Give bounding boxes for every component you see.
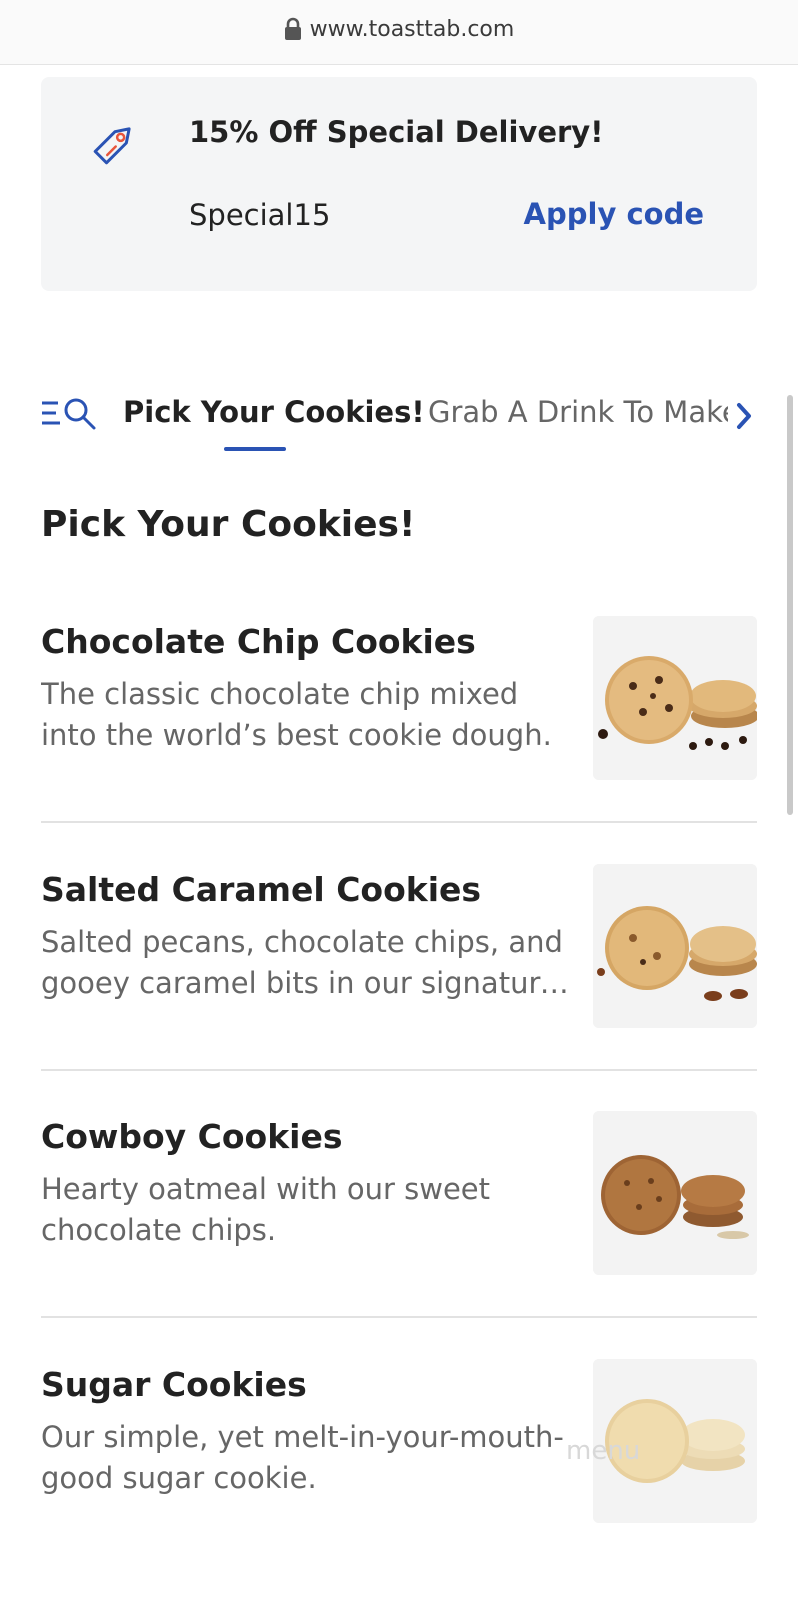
promo-code: Special15 — [189, 198, 331, 232]
menu-item[interactable]: Sugar Cookies Our simple, yet melt-in-yo… — [41, 1359, 757, 1612]
tab-pick-your-cookies[interactable]: Pick Your Cookies! — [123, 395, 425, 429]
menu-item-image — [593, 864, 757, 1028]
lock-icon — [284, 17, 301, 40]
browser-url-bar[interactable]: www.toasttab.com — [0, 0, 798, 65]
menu-item-name: Salted Caramel Cookies — [41, 870, 482, 909]
category-tabs: Pick Your Cookies! Grab A Drink To Make … — [0, 385, 798, 455]
menu-item[interactable]: Chocolate Chip Cookies The classic choco… — [41, 616, 757, 869]
menu-item-name: Chocolate Chip Cookies — [41, 622, 476, 661]
promo-title: 15% Off Special Delivery! — [189, 115, 604, 149]
promo-banner: 15% Off Special Delivery! Special15 Appl… — [41, 77, 757, 291]
chevron-right-icon[interactable] — [734, 401, 754, 431]
menu-item-image — [593, 1111, 757, 1275]
apply-code-button[interactable]: Apply code — [524, 197, 704, 231]
menu-item-name: Cowboy Cookies — [41, 1117, 343, 1156]
menu-item-name: Sugar Cookies — [41, 1365, 307, 1404]
tag-icon — [93, 127, 131, 165]
section-title: Pick Your Cookies! — [41, 504, 416, 545]
tab-grab-a-drink[interactable]: Grab A Drink To Make It — [428, 395, 728, 429]
menu-item-description: Salted pecans, chocolate chips, and gooe… — [41, 925, 563, 1000]
url-text: www.toasttab.com — [309, 16, 515, 42]
menu-item-description: Hearty oatmeal with our sweet chocolate … — [41, 1172, 491, 1247]
menu-item-image — [593, 616, 757, 780]
item-divider — [41, 821, 757, 823]
menu-item[interactable]: Cowboy Cookies Hearty oatmeal with our s… — [41, 1111, 757, 1364]
menu-item-description: Our simple, yet melt-in-your-mouth-good … — [41, 1420, 564, 1495]
scrollbar[interactable] — [787, 395, 793, 815]
menu-item-description: The classic chocolate chip mixed into th… — [41, 677, 552, 752]
menu-search-icon[interactable] — [40, 395, 98, 431]
item-divider — [41, 1069, 757, 1071]
item-divider — [41, 1316, 757, 1318]
active-tab-indicator — [224, 447, 286, 451]
menu-item[interactable]: Salted Caramel Cookies Salted pecans, ch… — [41, 864, 757, 1117]
watermark: menu — [566, 1436, 641, 1466]
